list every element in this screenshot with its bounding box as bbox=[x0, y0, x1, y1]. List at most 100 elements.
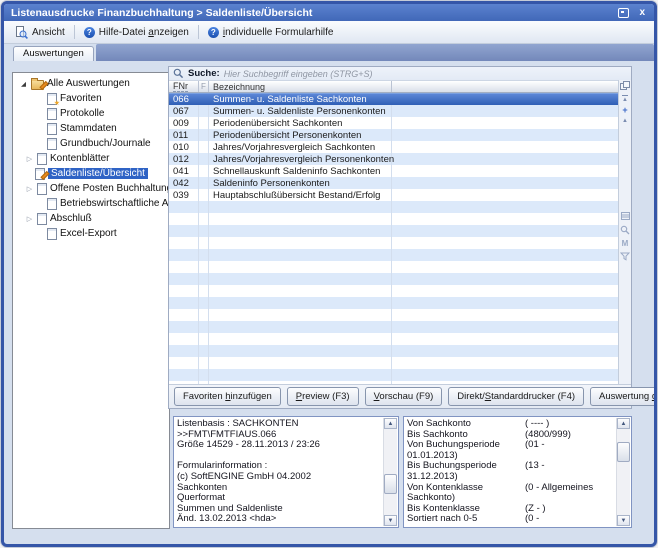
expand-icon[interactable]: + bbox=[622, 106, 627, 115]
preview-f3-button[interactable]: Preview (F3) bbox=[287, 387, 359, 406]
title-bar: Listenausdrucke Finanzbuchhaltung > Sald… bbox=[4, 4, 654, 21]
tree-item-excel-export[interactable]: Excel-Export bbox=[13, 226, 169, 241]
tab-strip: Auswertungen bbox=[4, 44, 654, 61]
parameter-text: Von Sachkonto( ---- ) Bis Sachkonto(4800… bbox=[407, 419, 616, 526]
tree-item-stammdaten[interactable]: Stammdaten bbox=[13, 121, 169, 136]
list-info-text: Listenbasis : SACHKONTEN >>FMT\FMTFIAUS.… bbox=[177, 419, 383, 526]
table-row[interactable]: 009Periodenübersicht Sachkonten bbox=[169, 117, 618, 129]
parameter-panel: Von Sachkonto( ---- ) Bis Sachkonto(4800… bbox=[403, 416, 632, 528]
toolbar-separator bbox=[74, 25, 75, 39]
scroll-down-icon[interactable]: ▼ bbox=[617, 515, 630, 526]
direct-printer-button[interactable]: Direkt/Standarddrucker (F4) bbox=[448, 387, 584, 406]
tree-item-alle-auswertungen[interactable]: ◢ Alle Auswertungen bbox=[13, 76, 169, 91]
table-row[interactable]: 042Saldeninfo Personenkonten bbox=[169, 177, 618, 189]
tab-auswertungen[interactable]: Auswertungen bbox=[13, 46, 94, 61]
scroll-down-icon[interactable]: ▼ bbox=[384, 515, 397, 526]
search-icon bbox=[173, 68, 184, 79]
print-report-button[interactable]: Auswertung drucken bbox=[590, 387, 657, 406]
help-icon: ? bbox=[84, 27, 95, 38]
add-favorites-button[interactable]: Favoriten hinzufügen bbox=[174, 387, 281, 406]
grid-header: FNr F Bezeichnung bbox=[169, 81, 618, 93]
column-header-f[interactable]: F bbox=[199, 81, 209, 92]
tree-item-offene-posten[interactable]: ▷ Offene Posten Buchhaltung bbox=[13, 181, 169, 196]
tree-item-favoriten[interactable]: Favoriten bbox=[13, 91, 169, 106]
label: Hilfe-Datei anzeigen bbox=[99, 27, 189, 38]
param-line: Bis Sachkonto(4800/999) bbox=[407, 430, 616, 441]
scroll-up-icon[interactable]: ▲ bbox=[384, 418, 397, 429]
toolbar-separator bbox=[198, 25, 199, 39]
document-icon bbox=[47, 198, 57, 210]
collapse-all-icon[interactable]: ▲ bbox=[622, 95, 628, 103]
param-line: Von Buchungsperiode(01 - bbox=[407, 440, 616, 451]
document-edit-icon bbox=[35, 168, 45, 180]
search-label: Suche: bbox=[188, 68, 220, 79]
column-header-fnr[interactable]: FNr bbox=[169, 81, 199, 92]
document-icon bbox=[37, 153, 47, 165]
content-area: ◢ Alle Auswertungen Favoriten Protokolle… bbox=[4, 61, 654, 542]
scroll-thumb[interactable] bbox=[617, 442, 630, 462]
tree-item-protokolle[interactable]: Protokolle bbox=[13, 106, 169, 121]
collapsed-triangle-icon[interactable]: ▷ bbox=[25, 155, 34, 163]
ansicht-button[interactable]: Ansicht bbox=[9, 25, 71, 40]
table-row[interactable]: 039Hauptabschlußübersicht Bestand/Erfolg bbox=[169, 189, 618, 201]
column-header-empty[interactable] bbox=[392, 81, 618, 92]
info-line: (c) SoftENGINE GmbH 04.2002 bbox=[177, 472, 383, 483]
folder-edit-icon bbox=[31, 80, 44, 90]
param-line: Von Kontenklasse(0 - Allgemeines bbox=[407, 483, 616, 494]
help-file-button[interactable]: ? Hilfe-Datei anzeigen bbox=[78, 26, 195, 39]
screen: Listenausdrucke Finanzbuchhaltung > Sald… bbox=[0, 0, 658, 548]
filter-icon[interactable] bbox=[620, 252, 630, 261]
document-icon bbox=[47, 108, 57, 120]
param-line: Sortiert nach 0-5(0 - bbox=[407, 514, 616, 525]
view-page-icon bbox=[15, 26, 28, 39]
table-row[interactable]: 041Schnellauskunft Saldeninfo Sachkonten bbox=[169, 165, 618, 177]
report-list-frame: Suche: Hier Suchbegriff eingeben (STRG+S… bbox=[168, 66, 632, 409]
form-help-button[interactable]: ? individuelle Formularhilfe bbox=[202, 26, 340, 39]
close-icon[interactable]: x bbox=[637, 8, 647, 18]
list-view-icon[interactable] bbox=[621, 212, 630, 220]
scroll-up-icon[interactable]: ▲ bbox=[617, 418, 630, 429]
scroll-thumb[interactable] bbox=[384, 474, 397, 494]
tree-item-betriebswirtschaftliche[interactable]: Betriebswirtschaftliche Auswertungen bbox=[13, 196, 169, 211]
document-icon bbox=[37, 183, 47, 195]
vorschau-f9-button[interactable]: Vorschau (F9) bbox=[365, 387, 443, 406]
param-line: 01.01.2013) bbox=[407, 451, 616, 462]
restore-window-icon[interactable] bbox=[618, 8, 629, 18]
label: individuelle Formularhilfe bbox=[223, 27, 334, 38]
param-line: Bis Buchungsperiode(13 - bbox=[407, 461, 616, 472]
grid-rows: 066Summen- u. Saldenliste Sachkonten 067… bbox=[169, 93, 618, 385]
document-icon bbox=[47, 138, 57, 150]
scroll-up-icon[interactable]: ▲ bbox=[622, 118, 628, 124]
table-row[interactable]: 010Jahres/Vorjahresvergleich Sachkonten bbox=[169, 141, 618, 153]
app-window: Listenausdrucke Finanzbuchhaltung > Sald… bbox=[1, 1, 657, 547]
tree-item-abschluss[interactable]: ▷ Abschluß bbox=[13, 211, 169, 226]
document-icon bbox=[37, 213, 47, 225]
document-icon bbox=[47, 123, 57, 135]
collapsed-triangle-icon[interactable]: ▷ bbox=[25, 215, 34, 223]
zoom-search-icon[interactable] bbox=[620, 225, 630, 235]
scrollbar[interactable]: ▲ ▼ bbox=[616, 418, 630, 526]
table-row[interactable]: 067Summen- u. Saldenliste Personenkonten bbox=[169, 105, 618, 117]
search-bar[interactable]: Suche: Hier Suchbegriff eingeben (STRG+S… bbox=[169, 67, 631, 81]
search-placeholder: Hier Suchbegriff eingeben (STRG+S) bbox=[224, 69, 373, 79]
match-case-icon[interactable]: M bbox=[622, 240, 629, 248]
window-title: Listenausdrucke Finanzbuchhaltung > Sald… bbox=[11, 7, 618, 19]
grid-side-toolbar: ▲ + ▲ M bbox=[618, 80, 631, 384]
report-tree: ◢ Alle Auswertungen Favoriten Protokolle… bbox=[12, 72, 170, 529]
table-row[interactable]: 066Summen- u. Saldenliste Sachkonten bbox=[169, 93, 618, 105]
list-info-panel: Listenbasis : SACHKONTEN >>FMT\FMTFIAUS.… bbox=[173, 416, 399, 528]
tree-item-saldenliste-uebersicht[interactable]: Saldenliste/Übersicht bbox=[13, 166, 169, 181]
tab-strip-filler bbox=[96, 44, 654, 61]
table-row[interactable]: 012Jahres/Vorjahresvergleich Personenkon… bbox=[169, 153, 618, 165]
tree-item-grundbuch-journale[interactable]: Grundbuch/Journale bbox=[13, 136, 169, 151]
tree-item-kontenblaetter[interactable]: ▷ Kontenblätter bbox=[13, 151, 169, 166]
table-row[interactable]: 011Periodenübersicht Personenkonten bbox=[169, 129, 618, 141]
expanded-triangle-icon[interactable]: ◢ bbox=[19, 80, 28, 88]
column-chooser-icon[interactable] bbox=[620, 81, 630, 90]
collapsed-triangle-icon[interactable]: ▷ bbox=[25, 185, 34, 193]
favorites-icon bbox=[47, 93, 57, 105]
column-header-bezeichnung[interactable]: Bezeichnung bbox=[209, 81, 392, 92]
param-line: Sachkonto) bbox=[407, 493, 616, 504]
scrollbar[interactable]: ▲ ▼ bbox=[383, 418, 397, 526]
param-line: 31.12.2013) bbox=[407, 472, 616, 483]
